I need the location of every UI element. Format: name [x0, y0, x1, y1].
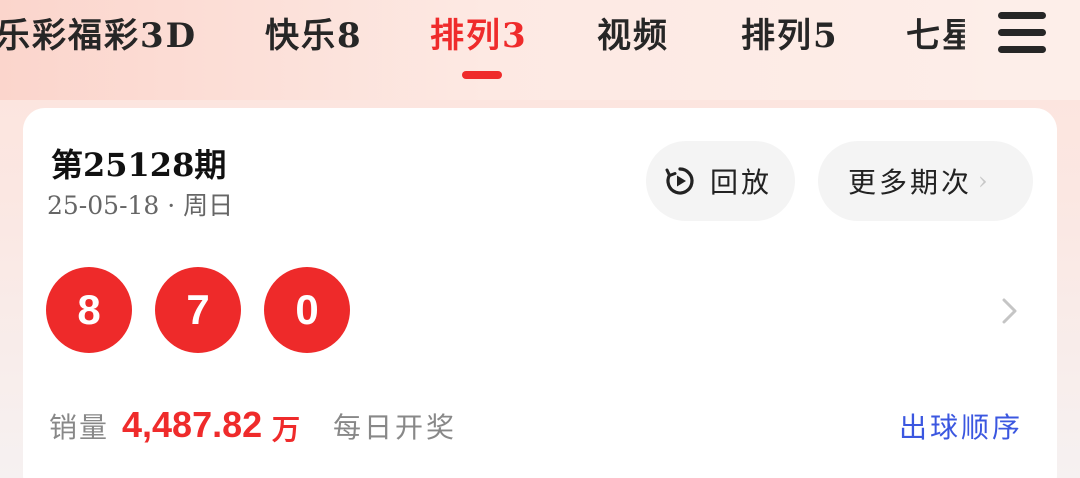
sales-unit: 万	[272, 413, 301, 446]
sales-label: 销量	[49, 411, 110, 444]
active-tab-indicator	[462, 71, 502, 79]
tab-video[interactable]: 视频	[597, 8, 669, 57]
replay-label: 回放	[710, 166, 773, 199]
draw-date: 25-05-18 · 周日	[47, 191, 234, 220]
tab-qilecai[interactable]: 七乐彩	[0, 8, 68, 57]
hamburger-menu-icon[interactable]	[998, 10, 1048, 54]
number-ball: 8	[46, 267, 132, 353]
chevron-right-icon: ›	[978, 167, 991, 195]
lottery-tabs: 七乐彩 福彩3D 快乐8 排列3 视频 排列5 七星彩	[0, 0, 965, 100]
draw-schedule: 每日开奖	[333, 411, 458, 444]
more-issues-button[interactable]: 更多期次 ›	[818, 141, 1033, 221]
more-issues-label: 更多期次	[848, 166, 973, 199]
tab-fucai-3d[interactable]: 福彩3D	[68, 8, 197, 57]
number-ball: 7	[155, 267, 241, 353]
draw-result-card: 第25128期 25-05-18 · 周日 回放 更多期次 › 8 7 0 销量…	[23, 108, 1057, 478]
issue-number: 第25128期	[51, 146, 227, 184]
ball-order-link[interactable]: 出球顺序	[899, 406, 1023, 446]
tab-pailie-3[interactable]: 排列3	[430, 8, 528, 57]
tab-kuaile-8[interactable]: 快乐8	[265, 8, 363, 57]
chevron-right-icon[interactable]	[999, 296, 1021, 326]
sales-value: 4,487.82	[122, 404, 263, 445]
replay-button[interactable]: 回放	[646, 141, 795, 221]
replay-clock-icon	[665, 167, 694, 195]
tab-qixingcai[interactable]: 七星彩	[906, 8, 965, 57]
tab-pailie-5[interactable]: 排列5	[741, 8, 839, 57]
top-nav-bar: 七乐彩 福彩3D 快乐8 排列3 视频 排列5 七星彩	[0, 0, 1080, 100]
number-ball: 0	[264, 267, 350, 353]
